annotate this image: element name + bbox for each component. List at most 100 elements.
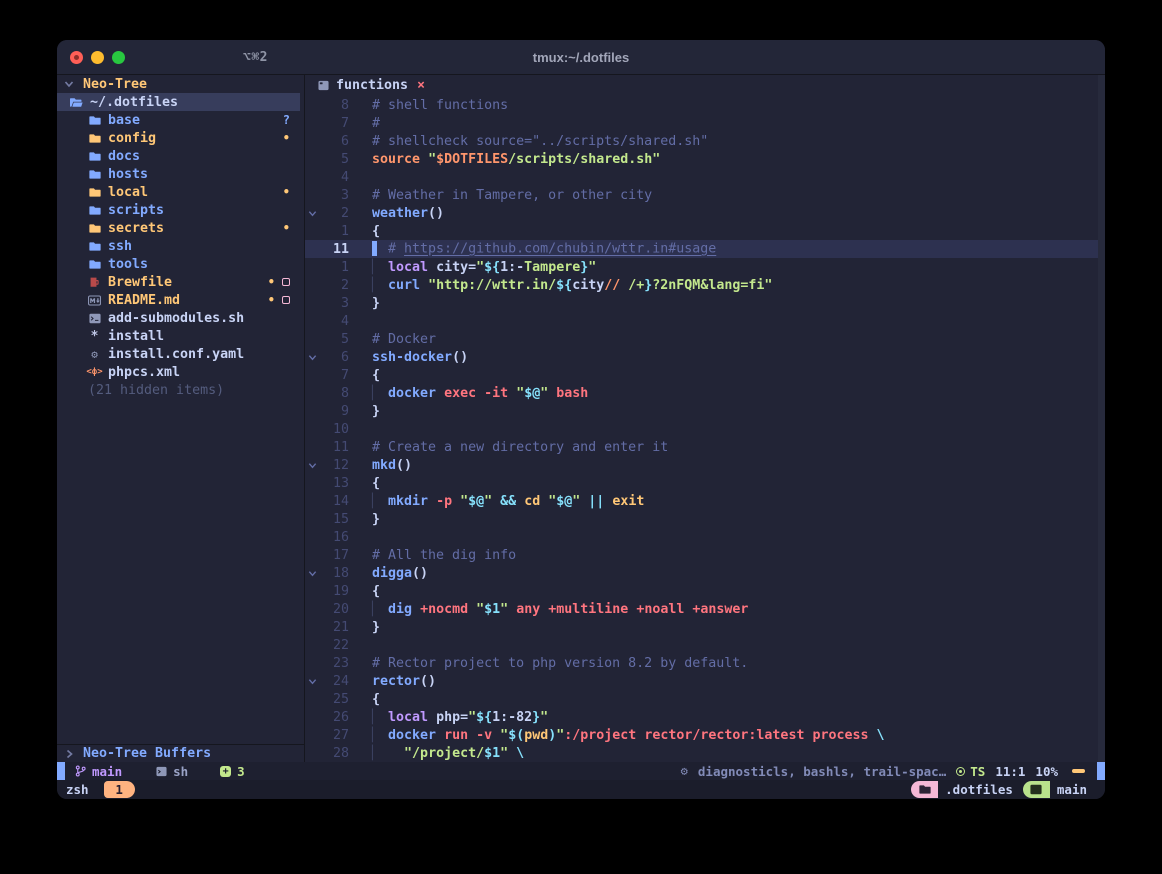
code-line[interactable]: 3 # Weather in Tampere, or other city (305, 186, 1105, 204)
close-buffer-icon[interactable]: × (417, 78, 425, 93)
code-line[interactable]: 2weather() (305, 204, 1105, 222)
code-line[interactable]: 8▏ docker exec -it "$@" bash (305, 384, 1105, 402)
code-line[interactable]: 24rector() (305, 672, 1105, 690)
relative-line-number: 8 (320, 386, 349, 401)
tree-item-local[interactable]: local• (57, 183, 300, 201)
tree-item-hosts[interactable]: hosts (57, 165, 300, 183)
relative-line-number: 24 (320, 674, 349, 689)
tree-item-config[interactable]: config• (57, 129, 300, 147)
filetype-label: sh (173, 764, 188, 779)
code-line[interactable]: 7{ (305, 366, 1105, 384)
neo-tree-buffers-header[interactable]: Neo-Tree Buffers (57, 744, 304, 762)
code-line[interactable]: 12mkd() (305, 456, 1105, 474)
tree-item-base[interactable]: base? (57, 111, 300, 129)
code-line[interactable]: 16 (305, 528, 1105, 546)
terminal-icon (1023, 781, 1050, 798)
relative-line-number: 9 (320, 404, 349, 419)
code-line[interactable]: 14▏ mkdir -p "$@" && cd "$@" || exit (305, 492, 1105, 510)
code-line[interactable]: 1▏ local city="${1:-Tampere}" (305, 258, 1105, 276)
treesitter-icon (956, 767, 965, 776)
code-line[interactable]: 19{ (305, 582, 1105, 600)
fold-chevron-icon[interactable] (305, 209, 320, 218)
fold-chevron-icon[interactable] (305, 461, 320, 470)
tree-item-secrets[interactable]: secrets• (57, 219, 300, 237)
tree-item-ssh[interactable]: ssh (57, 237, 300, 255)
neo-tree-title: Neo-Tree (83, 77, 147, 92)
relative-line-number: 26 (320, 710, 349, 725)
code-line[interactable]: 27▏ docker run -v "$(pwd)":/project rect… (305, 726, 1105, 744)
code-line[interactable]: 13{ (305, 474, 1105, 492)
code-line[interactable]: 1{ (305, 222, 1105, 240)
editor-pane[interactable]: functions × 8# shell functions7#6# shell… (305, 75, 1105, 762)
relative-line-number: 27 (320, 728, 349, 743)
fold-chevron-icon[interactable] (305, 353, 320, 362)
code-buffer[interactable]: 8# shell functions7#6# shellcheck source… (305, 96, 1105, 762)
tree-item-tools[interactable]: tools (57, 255, 300, 273)
shell-file-icon (156, 766, 167, 777)
neo-tree-source-header[interactable]: Neo-Tree (57, 75, 304, 93)
code-line[interactable]: 20▏ dig +nocmd "$1" any +multiline +noal… (305, 600, 1105, 618)
code-line[interactable]: 6ssh-docker() (305, 348, 1105, 366)
folder-icon (88, 168, 101, 181)
tree-item-install[interactable]: *install (57, 327, 300, 345)
code-text: } (372, 620, 380, 635)
buffer-tab-functions[interactable]: functions × (318, 78, 425, 93)
mode-indicator-right (1097, 762, 1105, 780)
code-line[interactable]: 3} (305, 294, 1105, 312)
tree-item--dotfiles[interactable]: ~/.dotfiles (57, 93, 300, 111)
code-text: # shellcheck source="../scripts/shared.s… (372, 134, 708, 149)
tree-item-brewfile[interactable]: Brewfile• (57, 273, 300, 291)
tree-item-readme-md[interactable]: README.md• (57, 291, 300, 309)
fullscreen-window-button[interactable] (112, 51, 125, 64)
code-line[interactable]: 9} (305, 402, 1105, 420)
git-untracked-icon: ? (283, 113, 290, 127)
code-line[interactable]: 22 (305, 636, 1105, 654)
code-line[interactable]: 18digga() (305, 564, 1105, 582)
code-line[interactable]: 17# All the dig info (305, 546, 1105, 564)
code-line[interactable]: 15} (305, 510, 1105, 528)
minimize-window-button[interactable] (91, 51, 104, 64)
code-line[interactable]: 26▏ local php="${1:-82}" (305, 708, 1105, 726)
code-line[interactable]: 5source "$DOTFILES/scripts/shared.sh" (305, 150, 1105, 168)
tree-item-docs[interactable]: docs (57, 147, 300, 165)
relative-line-number: 18 (320, 566, 349, 581)
relative-line-number: 8 (320, 98, 349, 113)
code-line[interactable]: 10 (305, 420, 1105, 438)
code-line[interactable]: 8# shell functions (305, 96, 1105, 114)
code-line[interactable]: 7# (305, 114, 1105, 132)
code-line[interactable]: 2▏ curl "http://wttr.in/${city// /+}?2nF… (305, 276, 1105, 294)
folder-icon (88, 132, 101, 145)
code-line[interactable]: 11 # https://github.com/chubin/wttr.in#u… (305, 240, 1105, 258)
tree-item-label: base (108, 113, 140, 128)
filetype-segment: sh (156, 764, 188, 779)
tree-item-label: ssh (108, 239, 132, 254)
code-line[interactable]: 4 (305, 312, 1105, 330)
terminal-window: ⌥⌘2 tmux:~/.dotfiles Neo-Tree ~/.dotfile… (57, 40, 1105, 799)
code-line[interactable]: 28▏ "/project/$1" \ (305, 744, 1105, 762)
tree-item-add-submodules-sh[interactable]: add-submodules.sh (57, 309, 300, 327)
code-text: # Weather in Tampere, or other city (372, 188, 652, 203)
code-line[interactable]: 21} (305, 618, 1105, 636)
code-line[interactable]: 25{ (305, 690, 1105, 708)
tree-item-scripts[interactable]: scripts (57, 201, 300, 219)
folder-icon (88, 150, 101, 163)
fold-chevron-icon[interactable] (305, 677, 320, 686)
folder-icon (88, 240, 101, 253)
close-window-button[interactable] (70, 51, 83, 64)
tree-item-label: add-submodules.sh (108, 311, 244, 326)
code-line[interactable]: 5# Docker (305, 330, 1105, 348)
tree-item-phpcs-xml[interactable]: <ф>phpcs.xml (57, 363, 300, 381)
code-line[interactable]: 6# shellcheck source="../scripts/shared.… (305, 132, 1105, 150)
tree-item-install-conf-yaml[interactable]: ⚙install.conf.yaml (57, 345, 300, 363)
code-line[interactable]: 4 (305, 168, 1105, 186)
buffer-tab-label: functions (336, 78, 408, 93)
relative-line-number: 5 (320, 152, 349, 167)
fold-chevron-icon[interactable] (305, 569, 320, 578)
tmux-session-dir: .dotfiles (938, 782, 1023, 797)
code-line[interactable]: 23# Rector project to php version 8.2 by… (305, 654, 1105, 672)
relative-line-number: 4 (320, 314, 349, 329)
tmux-window-index[interactable]: 1 (104, 781, 135, 798)
code-text: { (372, 584, 380, 599)
relative-line-number: 3 (320, 188, 349, 203)
code-line[interactable]: 11# Create a new directory and enter it (305, 438, 1105, 456)
